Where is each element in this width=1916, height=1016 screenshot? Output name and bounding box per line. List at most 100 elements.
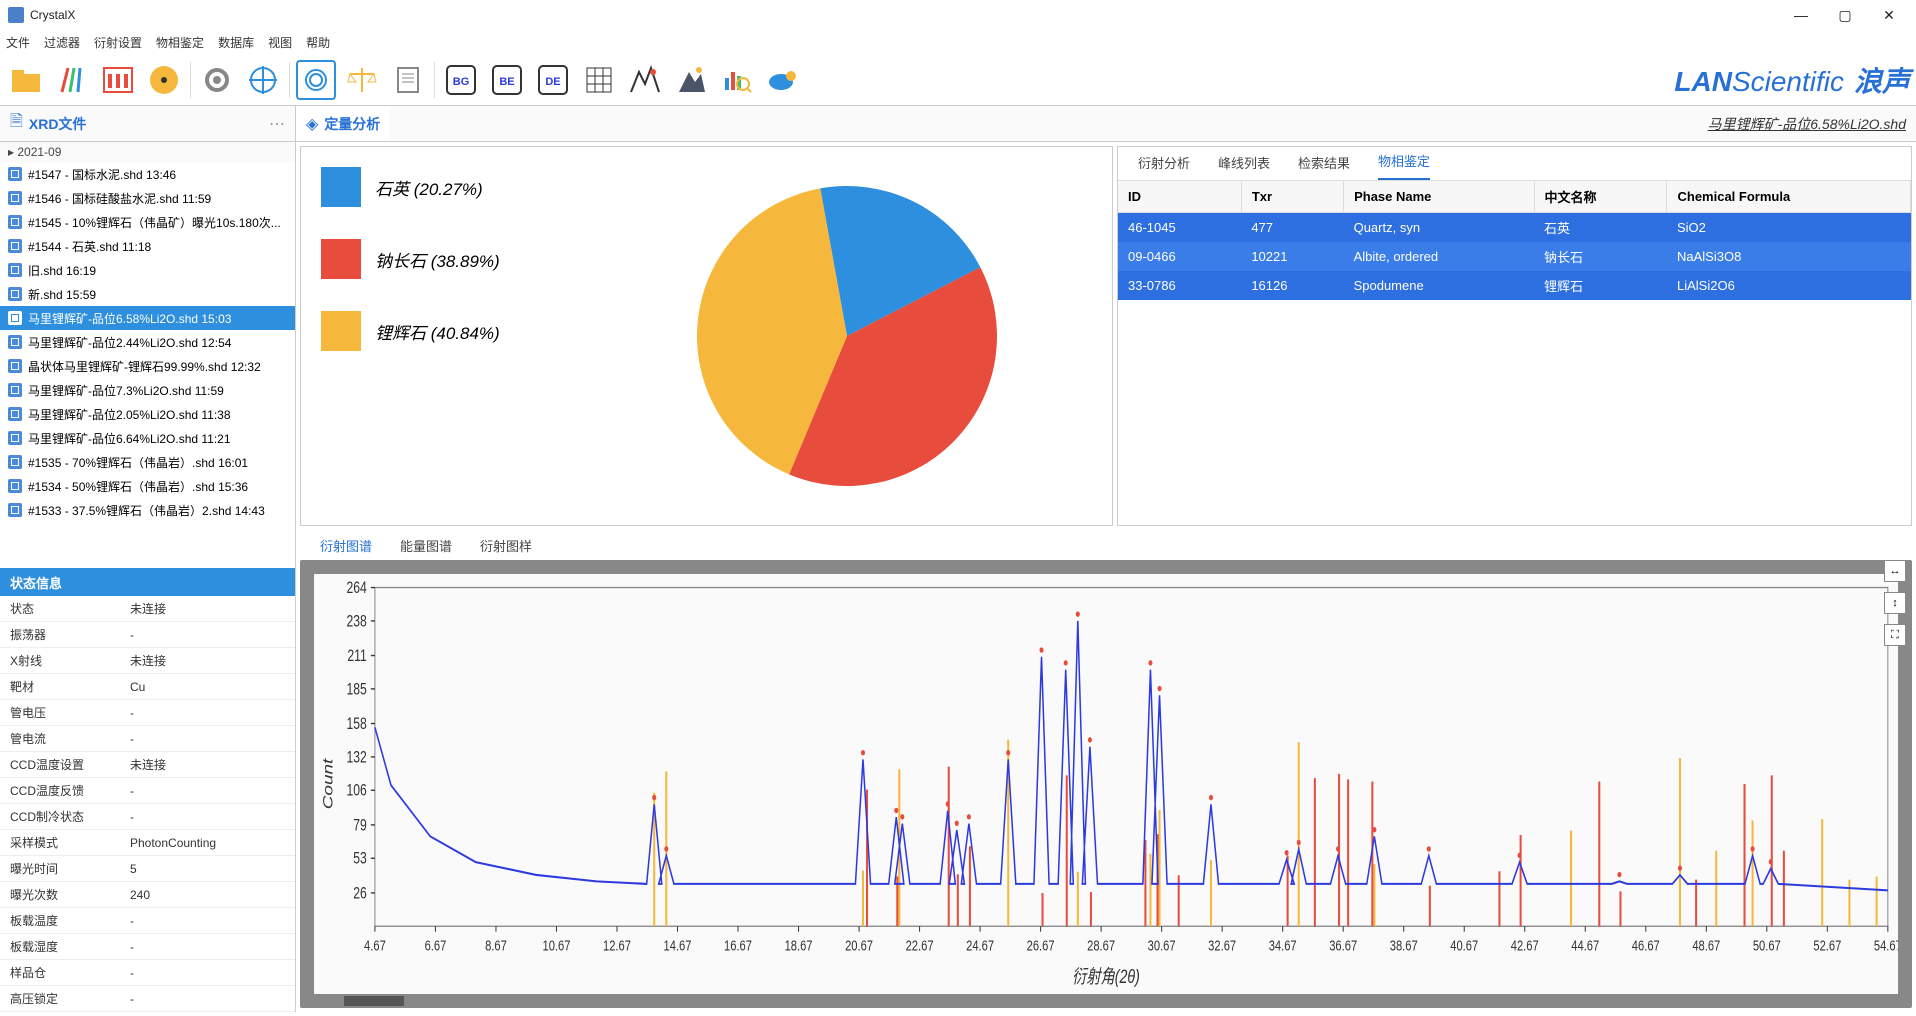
menu-filter[interactable]: 过滤器: [44, 34, 80, 51]
file-name: #1534 - 50%锂辉石（伟晶岩）.shd 15:36: [28, 478, 287, 495]
tb-target-icon[interactable]: [243, 60, 283, 100]
file-glyph-icon: [8, 479, 22, 493]
table-cell: 46-1045: [1118, 213, 1241, 243]
file-item[interactable]: 马里锂辉矿-品位7.3%Li2O.shd 11:59: [0, 378, 295, 402]
tb-vials-icon[interactable]: [98, 60, 138, 100]
tb-radiation-icon[interactable]: [144, 60, 184, 100]
legend-label: 石英 (20.27%): [375, 175, 483, 200]
status-key: 状态: [0, 600, 130, 617]
status-row: 曝光时间5: [0, 856, 295, 882]
tb-mountain-icon[interactable]: [671, 60, 711, 100]
analysis-title: 定量分析: [324, 114, 380, 134]
tb-peaks-icon[interactable]: [625, 60, 665, 100]
menu-help[interactable]: 帮助: [306, 34, 330, 51]
table-row[interactable]: 33-078616126Spodumene锂辉石LiAlSi2O6: [1118, 271, 1911, 300]
file-list[interactable]: ▸ 2021-09#1547 - 国标水泥.shd 13:46#1546 - 国…: [0, 142, 295, 568]
tb-cloud-gear-icon[interactable]: [763, 60, 803, 100]
svg-text:30.67: 30.67: [1148, 937, 1176, 954]
file-name: #1535 - 70%锂辉石（伟晶岩）.shd 16:01: [28, 454, 287, 471]
status-value: 未连接: [130, 756, 295, 773]
table-header[interactable]: Txr: [1241, 181, 1343, 213]
svg-text:79: 79: [353, 817, 367, 835]
svg-text:40.67: 40.67: [1450, 937, 1478, 954]
menu-db[interactable]: 数据库: [218, 34, 254, 51]
svg-text:238: 238: [346, 613, 366, 631]
chart-tab[interactable]: 能量图谱: [400, 536, 452, 555]
tb-grid-icon[interactable]: [579, 60, 619, 100]
svg-text:6.67: 6.67: [425, 937, 447, 954]
file-item[interactable]: #1533 - 37.5%锂辉石（伟晶岩）2.shd 14:43: [0, 498, 295, 522]
tb-be-icon[interactable]: BE: [487, 60, 527, 100]
svg-text:12.67: 12.67: [603, 937, 631, 954]
menu-phase[interactable]: 物相鉴定: [156, 34, 204, 51]
result-tab[interactable]: 衍射分析: [1138, 153, 1190, 180]
file-item[interactable]: 新.shd 15:59: [0, 282, 295, 306]
chart-tab[interactable]: 衍射图谱: [320, 536, 372, 555]
menu-file[interactable]: 文件: [6, 34, 30, 51]
file-item[interactable]: #1534 - 50%锂辉石（伟晶岩）.shd 15:36: [0, 474, 295, 498]
xrd-chart[interactable]: 2653791061321581852112382644.676.678.671…: [314, 574, 1898, 994]
svg-text:14.67: 14.67: [664, 937, 692, 954]
tb-folder-icon[interactable]: [6, 60, 46, 100]
tb-balance-icon[interactable]: [342, 60, 382, 100]
tb-search-chart-icon[interactable]: [717, 60, 757, 100]
table-header[interactable]: 中文名称: [1534, 181, 1667, 213]
table-row[interactable]: 46-1045477Quartz, syn石英SiO2: [1118, 213, 1911, 243]
fullscreen-icon[interactable]: ⛶: [1884, 624, 1906, 646]
svg-text:16.67: 16.67: [724, 937, 752, 954]
file-item[interactable]: 晶状体马里锂辉矿-锂辉石99.99%.shd 12:32: [0, 354, 295, 378]
file-item[interactable]: #1547 - 国标水泥.shd 13:46: [0, 162, 295, 186]
file-item[interactable]: 马里锂辉矿-品位2.44%Li2O.shd 12:54: [0, 330, 295, 354]
result-tab[interactable]: 峰线列表: [1218, 153, 1270, 180]
status-row: 管电压-: [0, 700, 295, 726]
table-header[interactable]: ID: [1118, 181, 1241, 213]
app-icon: [8, 7, 24, 23]
table-header[interactable]: Phase Name: [1344, 181, 1534, 213]
file-item[interactable]: #1546 - 国标硅酸盐水泥.shd 11:59: [0, 186, 295, 210]
tb-gear-icon[interactable]: [197, 60, 237, 100]
pie-chart: [687, 176, 1007, 496]
close-button[interactable]: ✕: [1870, 7, 1908, 24]
file-item[interactable]: #1535 - 70%锂辉石（伟晶岩）.shd 16:01: [0, 450, 295, 474]
file-item[interactable]: #1545 - 10%锂辉石（伟晶矿）曝光10s.180次...: [0, 210, 295, 234]
file-item[interactable]: 马里锂辉矿-品位2.05%Li2O.shd 11:38: [0, 402, 295, 426]
minimize-button[interactable]: —: [1782, 7, 1820, 24]
file-item[interactable]: 马里锂辉矿-品位6.58%Li2O.shd 15:03: [0, 306, 295, 330]
status-row: 板载温度-: [0, 908, 295, 934]
zoom-vertical-icon[interactable]: ↕: [1884, 592, 1906, 614]
tb-tubes-icon[interactable]: [52, 60, 92, 100]
tb-bg-icon[interactable]: BG: [441, 60, 481, 100]
file-item[interactable]: #1544 - 石英.shd 11:18: [0, 234, 295, 258]
tb-report-icon[interactable]: [388, 60, 428, 100]
menu-view[interactable]: 视图: [268, 34, 292, 51]
file-item[interactable]: 马里锂辉矿-品位6.64%Li2O.shd 11:21: [0, 426, 295, 450]
table-row[interactable]: 09-046610221Albite, ordered钠长石NaAlSi3O8: [1118, 242, 1911, 271]
svg-text:54.67: 54.67: [1874, 937, 1898, 954]
file-item[interactable]: 旧.shd 16:19: [0, 258, 295, 282]
status-row: 振荡器-: [0, 622, 295, 648]
chart-tab[interactable]: 衍射图样: [480, 536, 532, 555]
panel-more-icon[interactable]: ⋯: [269, 114, 285, 134]
zoom-horizontal-icon[interactable]: ↔: [1884, 560, 1906, 582]
file-glyph-icon: [8, 455, 22, 469]
svg-text:211: 211: [347, 647, 366, 665]
date-group[interactable]: ▸ 2021-09: [0, 142, 295, 162]
tb-fingerprint-icon[interactable]: [296, 60, 336, 100]
maximize-button[interactable]: ▢: [1826, 7, 1864, 24]
file-name: #1545 - 10%锂辉石（伟晶矿）曝光10s.180次...: [28, 214, 287, 231]
svg-text:22.67: 22.67: [906, 937, 934, 954]
tb-de-icon[interactable]: DE: [533, 60, 573, 100]
file-glyph-icon: [8, 335, 22, 349]
svg-text:50.67: 50.67: [1753, 937, 1781, 954]
legend-swatch: [321, 311, 361, 351]
result-tab[interactable]: 检索结果: [1298, 153, 1350, 180]
result-tab[interactable]: 物相鉴定: [1378, 151, 1430, 180]
status-value: -: [130, 914, 295, 928]
chart-h-scroll[interactable]: [314, 996, 1898, 1006]
status-value: 240: [130, 888, 295, 902]
svg-text:BE: BE: [499, 76, 514, 88]
table-header[interactable]: Chemical Formula: [1667, 181, 1911, 213]
file-glyph-icon: [8, 359, 22, 373]
menu-diffraction[interactable]: 衍射设置: [94, 34, 142, 51]
svg-text:26: 26: [353, 885, 367, 903]
